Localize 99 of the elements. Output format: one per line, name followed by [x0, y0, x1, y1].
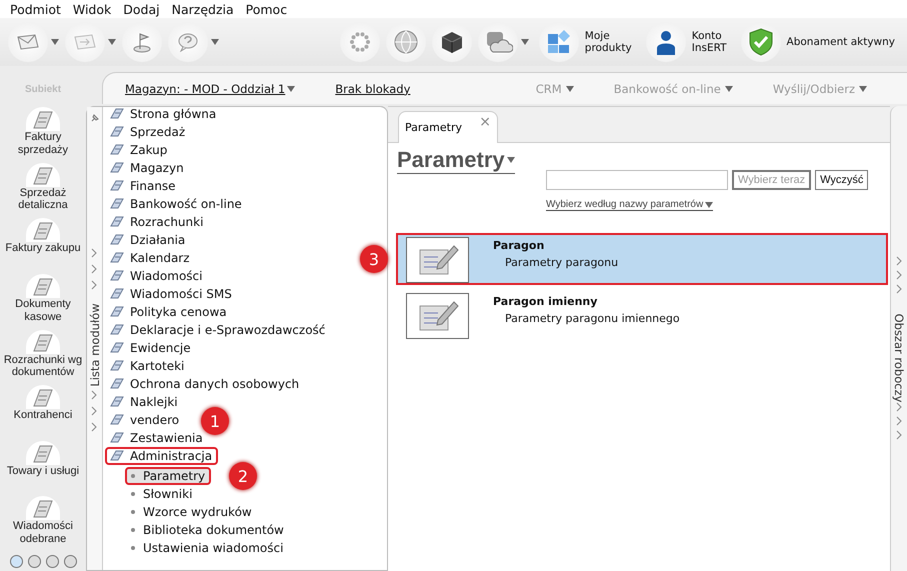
module-icon	[109, 431, 125, 445]
nav-item[interactable]: Kontrahenci	[1, 385, 85, 441]
module-item[interactable]: Polityka cenowa	[105, 303, 233, 321]
caret-icon	[520, 39, 529, 45]
flag-icon	[132, 31, 152, 53]
module-icon	[109, 179, 125, 193]
row-title: Paragon	[493, 239, 546, 252]
caret-icon	[506, 157, 515, 163]
panel-title: Lista modułów	[88, 303, 102, 387]
nav-item[interactable]: Sprzedaż detaliczna	[1, 162, 85, 218]
menu-item[interactable]: Widok	[66, 2, 118, 16]
module-item[interactable]: Wiadomości	[105, 267, 208, 285]
module-item[interactable]: Strona główna	[105, 105, 222, 123]
module-icon	[109, 107, 125, 121]
cube-icon	[440, 30, 464, 54]
module-item[interactable]: Deklaracje i e-Sprawozdawczość	[105, 321, 332, 339]
module-item[interactable]: Kartoteki	[105, 357, 190, 375]
clear-button[interactable]: Wyczyść	[815, 170, 868, 190]
module-icon	[109, 395, 125, 409]
module-item[interactable]: Zakup	[105, 141, 174, 159]
module-icon	[109, 233, 125, 247]
callout-badge: 1	[201, 407, 229, 435]
module-subitem[interactable]: Ustawienia wiadomości	[125, 539, 290, 557]
caret-icon	[566, 86, 574, 92]
toolbar-button[interactable]: Konto InsERT	[642, 22, 731, 62]
tab[interactable]: Parametry ×	[398, 111, 498, 143]
row-subtitle: Parametry paragonu	[505, 256, 618, 269]
nav-item[interactable]: Faktury zakupu	[1, 218, 85, 274]
module-item[interactable]: Działania	[105, 231, 192, 249]
module-icon	[109, 251, 125, 265]
module-item[interactable]: Magazyn	[105, 159, 190, 177]
module-item[interactable]: Ochrona danych osobowych	[105, 375, 306, 393]
nav-item[interactable]: Rozrachunki wg dokumentów	[1, 330, 85, 386]
globe-icon	[394, 30, 418, 54]
help-icon	[177, 32, 199, 52]
caret-icon	[211, 39, 219, 45]
shield-icon	[748, 28, 774, 56]
module-subitem[interactable]: Biblioteka dokumentów	[125, 521, 290, 539]
nav-item[interactable]: Wiadomości odebrane	[1, 496, 85, 552]
warehouse-link[interactable]: Magazyn: - MOD - Oddział 1	[125, 82, 296, 96]
module-item[interactable]: vendero	[105, 411, 186, 429]
callout-badge: 2	[229, 462, 257, 490]
row-subtitle: Parametry paragonu imiennego	[505, 312, 680, 325]
toolbar-button[interactable]: Moje produkty	[534, 22, 636, 62]
row-title: Paragon imienny	[493, 295, 598, 308]
lock-link[interactable]: Brak blokady	[335, 82, 410, 96]
shortcut-icon[interactable]	[44, 554, 60, 569]
envelope-icon	[74, 34, 96, 50]
module-icon	[109, 197, 125, 211]
shortcut-icon[interactable]	[26, 554, 42, 569]
module-item[interactable]: Administracja	[105, 447, 218, 465]
module-item[interactable]: Bankowość on-line	[105, 195, 248, 213]
module-item[interactable]: Finanse	[105, 177, 182, 195]
module-icon	[109, 269, 125, 283]
module-icon	[109, 377, 125, 391]
module-item[interactable]: Rozrachunki	[105, 213, 210, 231]
module-icon	[109, 143, 125, 157]
menu-item[interactable]: Narzędzia	[166, 2, 240, 16]
menu-item[interactable]: Dodaj	[117, 2, 166, 16]
menu-item[interactable]: Pomoc	[240, 2, 294, 16]
shortcut-icon[interactable]	[62, 554, 78, 569]
module-item[interactable]: Sprzedaż	[105, 123, 192, 141]
module-subitem[interactable]: Słowniki	[125, 485, 198, 503]
module-item[interactable]: Wiadomości SMS	[105, 285, 238, 303]
module-icon	[109, 215, 125, 229]
module-icon	[109, 323, 125, 337]
module-item[interactable]: Kalendarz	[105, 249, 196, 267]
caret-icon	[724, 86, 733, 92]
caret-icon	[859, 86, 867, 92]
nav-item[interactable]: Faktury sprzedaży	[1, 107, 85, 163]
filter-link[interactable]: Wybierz według nazwy parametrów	[546, 199, 714, 211]
module-item[interactable]: Ewidencje	[105, 339, 197, 357]
caret-icon	[287, 86, 296, 92]
shortcut-icon[interactable]	[8, 554, 24, 569]
page-heading[interactable]: Parametry	[397, 147, 515, 174]
toolbar-button[interactable]: Abonament aktywny	[736, 22, 899, 62]
module-icon	[109, 161, 125, 175]
caret-icon	[705, 202, 714, 208]
envelope-icon	[17, 34, 39, 50]
menu-item[interactable]: Podmiot	[4, 2, 67, 16]
module-icon	[109, 305, 125, 319]
module-subitem[interactable]: Parametry	[125, 467, 212, 485]
module-icon	[109, 287, 125, 301]
nav-item[interactable]: Dokumenty kasowe	[1, 274, 85, 330]
module-icon	[109, 359, 125, 373]
spinner-icon	[348, 31, 371, 53]
nav-item[interactable]: Towary i usługi	[1, 440, 85, 496]
module-item[interactable]: Naklejki	[105, 393, 184, 411]
caret-icon	[51, 39, 59, 45]
module-icon	[109, 125, 125, 139]
module-icon	[109, 449, 125, 463]
module-icon	[109, 413, 125, 427]
module-icon	[109, 341, 125, 355]
panel-title: Obszar roboczy	[892, 314, 906, 402]
pin-icon[interactable]	[90, 113, 100, 123]
close-icon[interactable]: ×	[479, 114, 491, 130]
module-subitem[interactable]: Wzorce wydruków	[125, 503, 258, 521]
caret-icon	[108, 39, 116, 45]
search-field[interactable]	[546, 170, 728, 190]
